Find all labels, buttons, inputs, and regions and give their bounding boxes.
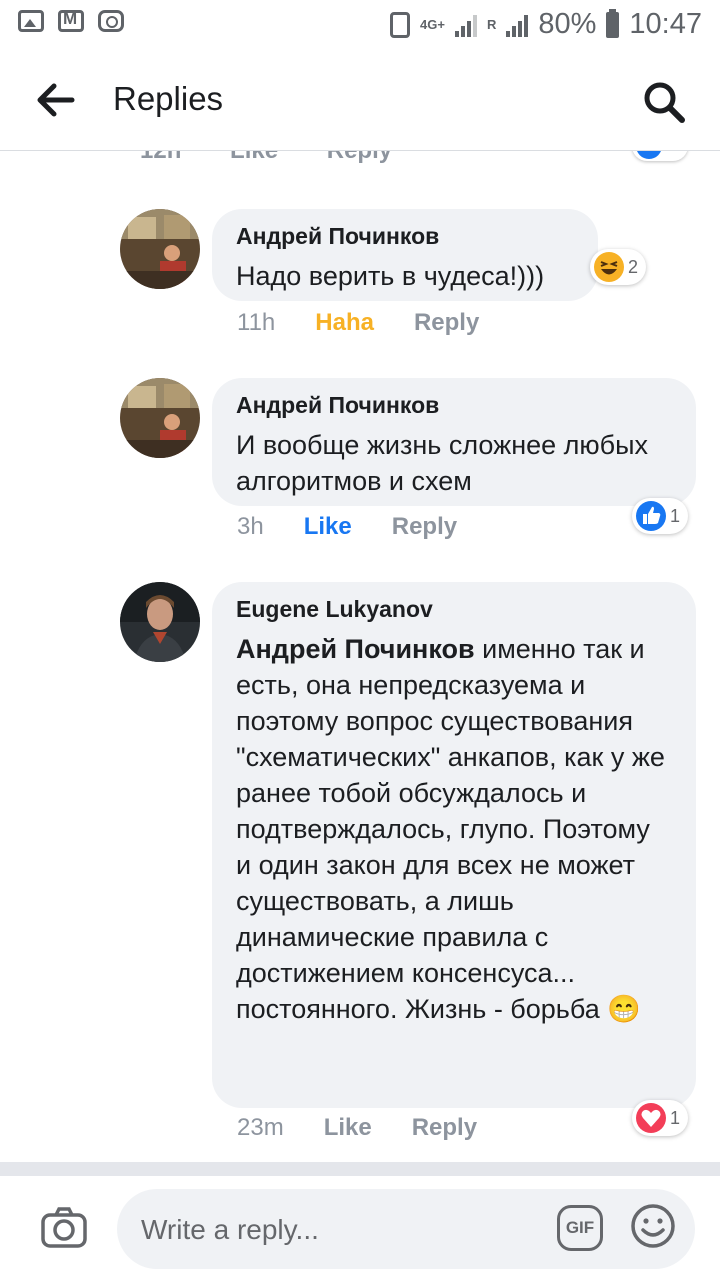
gallery-notification-icon [18,10,44,32]
comment-author[interactable]: Андрей Починков [236,392,672,419]
comment-text: И вообще жизнь сложнее любых алгоритмов … [236,430,649,496]
sticker-button[interactable] [629,1202,677,1250]
roaming-indicator: R [486,16,497,32]
search-button[interactable] [642,80,686,124]
avatar-photo [120,378,200,458]
notification-icons [18,9,124,32]
reaction-count: 1 [670,505,681,526]
avatar-photo [120,209,200,289]
avatar-photo [120,582,200,662]
clock: 10:47 [629,8,702,40]
network-type: 4G+ [420,16,445,32]
love-heart-icon [636,1103,666,1133]
reaction-summary[interactable]: 1 [632,1100,689,1136]
search-icon [644,82,685,123]
battery-icon [606,8,620,38]
like-button[interactable]: Like [304,513,352,541]
reaction-summary[interactable]: 2 [590,249,647,285]
battery-percent: 80% [538,8,597,40]
comment-text: Андрей Починков именно так и есть, она н… [236,631,672,1027]
previous-comment-time: 12h [140,151,181,164]
comment-author[interactable]: Андрей Починков [236,223,574,250]
haha-emoji-icon [594,252,624,282]
status-bar: 4G+ R 80% 10:47 [0,0,720,50]
signal-1-icon [454,13,477,37]
smiley-icon [631,1204,675,1248]
signal-2-icon [506,13,529,37]
comment-bubble[interactable]: Андрей Починков И вообще жизнь сложнее л… [212,378,696,506]
replies-list[interactable]: 12h Like Reply Андрей Починков Надо вери… [0,151,720,1162]
comment-actions: 11h Haha Reply [237,309,519,337]
like-button[interactable]: Like [324,1114,372,1142]
comment-actions: 23m Like Reply [237,1114,517,1142]
reaction-summary[interactable]: 1 [632,498,689,534]
comment-bubble[interactable]: Андрей Починков Надо верить в чудеса!))) [212,209,598,301]
reply-button[interactable]: Reply [412,1114,477,1142]
comment-bubble[interactable]: Eugene Lukyanov Андрей Починков именно т… [212,582,696,1108]
like-thumb-icon [636,501,666,531]
gmail-notification-icon [58,9,84,32]
instagram-notification-icon [98,10,124,32]
reaction-count: 1 [670,1107,681,1128]
previous-comment-like[interactable]: Like [230,151,278,164]
comment-body: именно так и есть, она непредсказуема и … [236,634,665,1024]
previous-comment-reply[interactable]: Reply [327,151,392,164]
comment-actions: 3h Like Reply [237,513,497,541]
comment-author[interactable]: Eugene Lukyanov [236,596,672,623]
top-app-bar: Replies [0,50,720,151]
comment-text: Надо верить в чудеса!))) [236,261,545,291]
back-button[interactable] [36,82,76,118]
reply-input-container[interactable]: GIF [117,1189,695,1269]
system-indicators: 4G+ R 80% 10:47 [390,8,702,41]
camera-icon [41,1207,87,1248]
avatar[interactable] [120,582,200,662]
avatar[interactable] [120,378,200,458]
mentioned-user[interactable]: Андрей Починков [236,634,475,664]
data-saver-icon [390,11,411,38]
gif-button[interactable]: GIF [557,1205,603,1251]
comment-time: 23m [237,1114,284,1141]
reply-button[interactable]: Reply [414,309,479,337]
reply-input[interactable] [139,1205,543,1255]
camera-button[interactable] [40,1206,88,1250]
previous-comment-actions: 12h Like Reply [140,151,434,165]
previous-comment-reactions[interactable] [632,151,688,161]
reply-composer: GIF [0,1162,720,1280]
comment-time: 11h [237,309,276,336]
avatar[interactable] [120,209,200,289]
back-arrow-icon [37,83,75,117]
reaction-button[interactable]: Haha [315,309,374,337]
page-title: Replies [113,80,224,117]
comment-time: 3h [237,513,264,540]
reply-button[interactable]: Reply [392,513,457,541]
reaction-count: 2 [628,256,639,277]
